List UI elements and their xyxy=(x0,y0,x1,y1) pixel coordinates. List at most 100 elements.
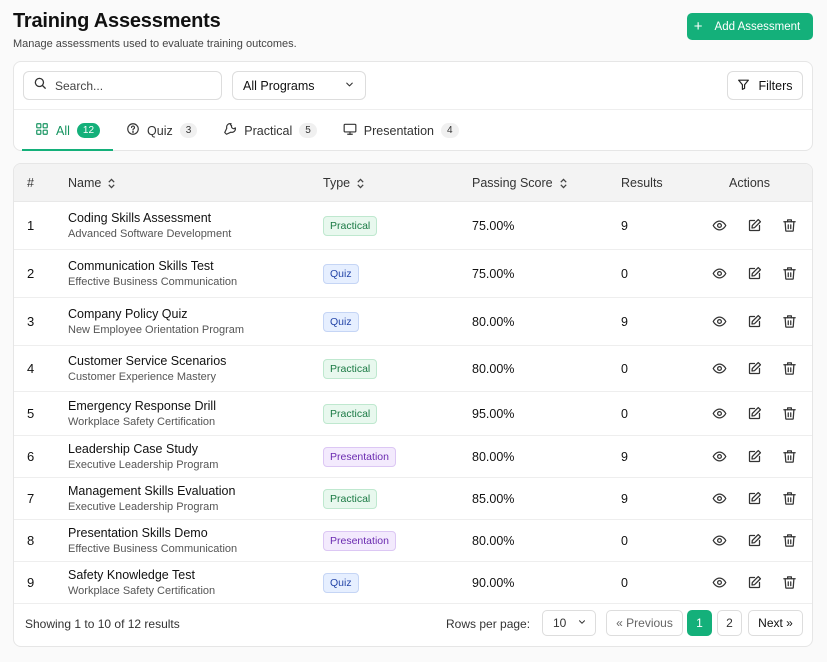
trash-icon[interactable] xyxy=(780,574,798,592)
monitor-icon xyxy=(343,122,357,139)
edit-icon[interactable] xyxy=(745,405,763,423)
eye-icon[interactable] xyxy=(710,532,728,550)
edit-icon[interactable] xyxy=(745,360,763,378)
rows-per-page-label: Rows per page: xyxy=(446,617,531,631)
assessment-cell: Company Policy Quiz New Employee Orientat… xyxy=(68,298,244,345)
results-count: 9 xyxy=(621,218,628,233)
trash-icon[interactable] xyxy=(780,405,798,423)
edit-icon[interactable] xyxy=(745,217,763,235)
eye-icon[interactable] xyxy=(710,265,728,283)
program-select[interactable]: All Programs xyxy=(232,71,366,100)
trash-icon[interactable] xyxy=(780,265,798,283)
chevron-down-icon xyxy=(344,79,355,93)
col-label: # xyxy=(27,176,34,190)
grid-icon xyxy=(35,122,49,139)
assessment-name: Leadership Case Study xyxy=(68,442,198,456)
search-box[interactable] xyxy=(23,71,222,100)
table-row: 2 Communication Skills Test Effective Busi… xyxy=(14,250,812,298)
rows-per-page-value: 10 xyxy=(553,616,567,630)
assessment-cell: Safety Knowledge Test Workplace Safety Ce… xyxy=(68,562,215,603)
trash-icon[interactable] xyxy=(780,360,798,378)
type-badge: Quiz xyxy=(323,572,359,593)
search-input[interactable] xyxy=(55,78,205,93)
filters-button[interactable]: Filters xyxy=(727,71,803,100)
table-header: # Name Type Passing Score Results Action… xyxy=(14,164,812,202)
table-row: 7 Management Skills Evaluation Executive L… xyxy=(14,478,812,520)
add-assessment-button[interactable]: + Add Assessment xyxy=(687,13,813,40)
row-number: 9 xyxy=(27,575,35,590)
eye-icon[interactable] xyxy=(710,448,728,466)
row-number: 2 xyxy=(27,266,35,281)
row-actions xyxy=(710,346,798,391)
eye-icon[interactable] xyxy=(710,360,728,378)
trash-icon[interactable] xyxy=(780,217,798,235)
type-badge: Practical xyxy=(323,215,378,236)
rows-per-page-select[interactable]: 10 xyxy=(542,610,596,636)
passing-score: 80.00% xyxy=(472,361,515,376)
table-row: 4 Customer Service Scenarios Customer Expe… xyxy=(14,346,812,392)
row-number: 3 xyxy=(27,314,35,329)
type-cell: Practical xyxy=(323,346,378,391)
tab-practical[interactable]: Practical 5 xyxy=(210,110,330,151)
col-label: Passing Score xyxy=(472,176,553,190)
eye-icon[interactable] xyxy=(710,405,728,423)
table-row: 5 Emergency Response Drill Workplace Safet… xyxy=(14,392,812,436)
table-row: 1 Coding Skills Assessment Advanced Softwa… xyxy=(14,202,812,250)
col-name-header[interactable]: Name xyxy=(68,164,116,202)
tab-quiz[interactable]: Quiz 3 xyxy=(113,110,210,151)
results-count: 0 xyxy=(621,575,628,590)
type-cell: Presentation xyxy=(323,520,396,561)
table-row: 9 Safety Knowledge Test Workplace Safety C… xyxy=(14,562,812,604)
passing-score: 90.00% xyxy=(472,575,515,590)
tab-presentation[interactable]: Presentation 4 xyxy=(330,110,472,151)
trash-icon[interactable] xyxy=(780,448,798,466)
type-cell: Presentation xyxy=(323,436,396,477)
edit-icon[interactable] xyxy=(745,448,763,466)
row-number: 8 xyxy=(27,533,35,548)
next-page-button[interactable]: Next » xyxy=(748,610,803,636)
trash-icon[interactable] xyxy=(780,313,798,331)
type-cell: Practical xyxy=(323,392,378,435)
edit-icon[interactable] xyxy=(745,574,763,592)
edit-icon[interactable] xyxy=(745,490,763,508)
program-name: Workplace Safety Certification xyxy=(68,585,216,597)
assessment-name: Management Skills Evaluation xyxy=(68,484,236,498)
eye-icon[interactable] xyxy=(710,217,728,235)
row-number: 6 xyxy=(27,449,35,464)
assessment-cell: Customer Service Scenarios Customer Exper… xyxy=(68,346,226,391)
page-1-button[interactable]: 1 xyxy=(687,610,712,636)
tab-count-badge: 4 xyxy=(440,123,459,138)
program-name: Effective Business Communication xyxy=(68,543,238,555)
eye-icon[interactable] xyxy=(710,574,728,592)
row-actions xyxy=(710,478,798,519)
filter-card: All Programs Filters All 12 Quiz 3 xyxy=(13,61,813,151)
results-count: 9 xyxy=(621,491,628,506)
previous-page-button[interactable]: « Previous xyxy=(606,610,683,636)
assessments-table: # Name Type Passing Score Results Action… xyxy=(13,163,813,647)
type-cell: Practical xyxy=(323,202,378,249)
edit-icon[interactable] xyxy=(745,265,763,283)
col-type-header[interactable]: Type xyxy=(323,164,365,202)
col-actions-header: Actions xyxy=(729,164,770,202)
edit-icon[interactable] xyxy=(745,532,763,550)
table-row: 6 Leadership Case Study Executive Leadersh… xyxy=(14,436,812,478)
assessment-cell: Communication Skills Test Effective Busin… xyxy=(68,250,237,297)
col-score-header[interactable]: Passing Score xyxy=(472,164,568,202)
chevron-down-icon xyxy=(577,616,587,630)
table-footer: Showing 1 to 10 of 12 results Rows per p… xyxy=(14,602,812,646)
add-assessment-label: Add Assessment xyxy=(714,20,801,33)
eye-icon[interactable] xyxy=(710,490,728,508)
type-badge: Practical xyxy=(323,403,378,424)
row-actions xyxy=(710,392,798,435)
trash-icon[interactable] xyxy=(780,532,798,550)
program-name: Executive Leadership Program xyxy=(68,459,219,471)
eye-icon[interactable] xyxy=(710,313,728,331)
page-2-button[interactable]: 2 xyxy=(717,610,742,636)
program-name: Executive Leadership Program xyxy=(68,501,219,513)
tab-all[interactable]: All 12 xyxy=(22,110,114,151)
col-label: Results xyxy=(621,176,663,190)
trash-icon[interactable] xyxy=(780,490,798,508)
edit-icon[interactable] xyxy=(745,313,763,331)
type-badge: Quiz xyxy=(323,263,359,284)
type-badge: Presentation xyxy=(323,446,396,467)
